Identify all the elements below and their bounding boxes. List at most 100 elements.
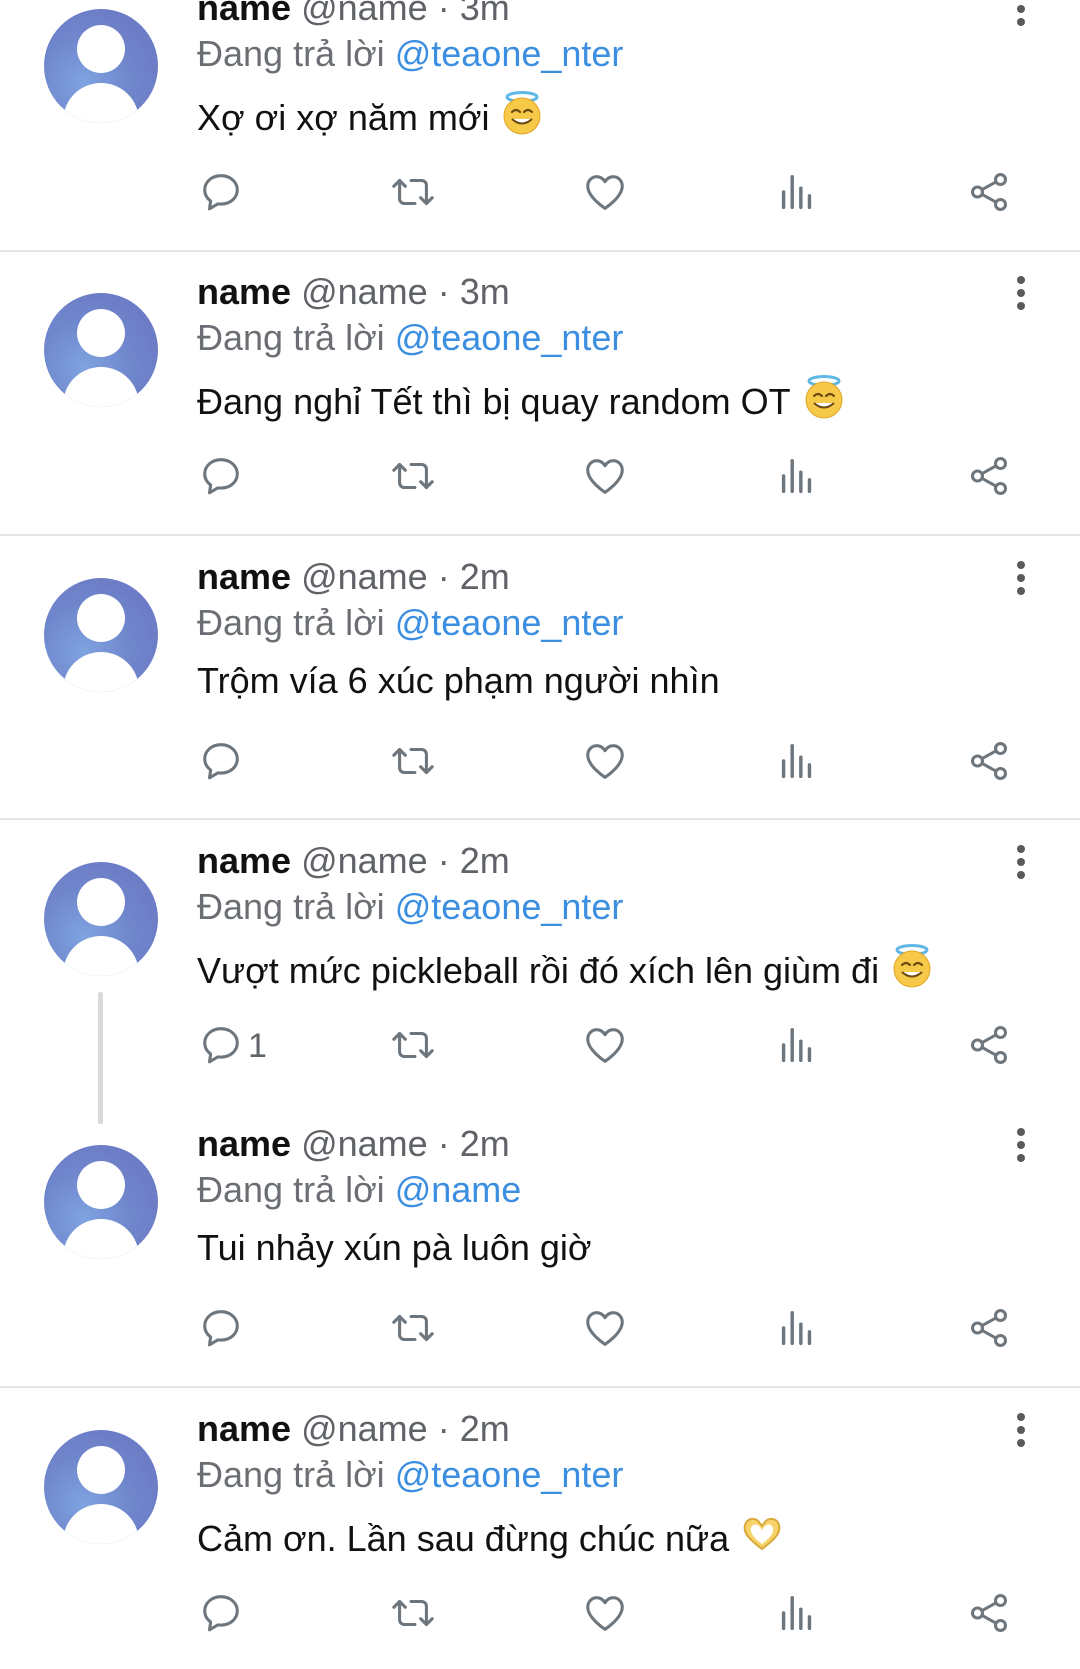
like-icon	[582, 1590, 628, 1636]
like-button[interactable]	[582, 169, 628, 219]
replying-to-label: Đang trả lời	[197, 317, 385, 358]
mention-link[interactable]: @teaone_nter	[395, 602, 624, 643]
more-options-icon[interactable]	[1006, 1125, 1036, 1165]
retweet-button[interactable]	[388, 1305, 438, 1355]
avatar[interactable]	[44, 9, 158, 123]
share-icon	[966, 169, 1012, 215]
views-icon	[774, 1022, 820, 1068]
replying-to-line: Đang trả lời @teaone_nter	[197, 887, 623, 927]
share-button[interactable]	[966, 738, 1012, 788]
reply-button[interactable]	[198, 1590, 244, 1640]
mention-link[interactable]: @teaone_nter	[395, 1454, 624, 1495]
share-button[interactable]	[966, 453, 1012, 503]
like-button[interactable]	[582, 738, 628, 788]
share-icon	[966, 453, 1012, 499]
more-options-icon[interactable]	[1006, 0, 1036, 29]
like-button[interactable]	[582, 1022, 628, 1072]
views-button[interactable]	[774, 169, 820, 219]
avatar[interactable]	[44, 578, 158, 692]
user-handle[interactable]: @name	[301, 1123, 428, 1164]
avatar[interactable]	[44, 1145, 158, 1259]
avatar-head-shape	[77, 25, 125, 73]
retweet-button[interactable]	[388, 738, 438, 788]
retweet-button[interactable]	[388, 1590, 438, 1640]
user-handle[interactable]: @name	[301, 840, 428, 881]
reply-icon	[198, 169, 244, 215]
replying-to-line: Đang trả lời @teaone_nter	[197, 34, 623, 74]
views-button[interactable]	[774, 1590, 820, 1640]
views-icon	[774, 1590, 820, 1636]
tweet-item[interactable]: name @name · 2m Đang trả lời @teaone_nter…	[0, 557, 1080, 817]
user-handle[interactable]: @name	[301, 271, 428, 312]
avatar-body-shape	[63, 936, 139, 976]
avatar-head-shape	[77, 1446, 125, 1494]
replying-to-line: Đang trả lời @name	[197, 1170, 521, 1210]
display-name[interactable]: name	[197, 840, 291, 881]
reply-button[interactable]	[198, 1305, 244, 1355]
share-button[interactable]	[966, 1305, 1012, 1355]
share-button[interactable]	[966, 1022, 1012, 1072]
display-name[interactable]: name	[197, 1408, 291, 1449]
tweet-item[interactable]: name @name · 3m Đang trả lời @teaone_nter…	[0, 272, 1080, 532]
views-button[interactable]	[774, 453, 820, 503]
mention-link[interactable]: @name	[395, 1169, 522, 1210]
tweet-header: name @name · 2m	[197, 557, 510, 597]
mention-link[interactable]: @teaone_nter	[395, 886, 624, 927]
mention-link[interactable]: @teaone_nter	[395, 33, 624, 74]
like-button[interactable]	[582, 1590, 628, 1640]
more-options-icon[interactable]	[1006, 1410, 1036, 1450]
avatar[interactable]	[44, 862, 158, 976]
share-button[interactable]	[966, 169, 1012, 219]
reply-icon	[198, 1022, 244, 1068]
views-button[interactable]	[774, 738, 820, 788]
like-button[interactable]	[582, 453, 628, 503]
tweet-item[interactable]: name @name · 2m Đang trả lời @teaone_nter…	[0, 841, 1080, 1101]
replying-to-label: Đang trả lời	[197, 33, 385, 74]
views-button[interactable]	[774, 1305, 820, 1355]
separator-dot: ·	[437, 271, 450, 312]
more-options-icon[interactable]	[1006, 558, 1036, 598]
avatar-head-shape	[77, 1161, 125, 1209]
mention-link[interactable]: @teaone_nter	[395, 317, 624, 358]
separator-dot: ·	[437, 0, 450, 28]
tweet-text: Đang nghỉ Tết thì bị quay random OT	[197, 374, 847, 430]
replying-to-line: Đang trả lời @teaone_nter	[197, 603, 623, 643]
tweet-actions	[0, 1305, 1080, 1355]
reply-button[interactable]	[198, 738, 244, 788]
views-icon	[774, 453, 820, 499]
user-handle[interactable]: @name	[301, 1408, 428, 1449]
tweet-actions: 1	[0, 1022, 1080, 1072]
tweet-text: Tui nhảy xún pà luôn giờ	[197, 1226, 592, 1270]
avatar[interactable]	[44, 1430, 158, 1544]
retweet-button[interactable]	[388, 453, 438, 503]
display-name[interactable]: name	[197, 0, 291, 28]
reply-button[interactable]	[198, 169, 244, 219]
user-handle[interactable]: @name	[301, 0, 428, 28]
views-button[interactable]	[774, 1022, 820, 1072]
tweet-item[interactable]: name @name · 2m Đang trả lời @teaone_nter…	[0, 1409, 1080, 1669]
reply-button[interactable]: 1	[198, 1022, 267, 1072]
user-handle[interactable]: @name	[301, 556, 428, 597]
retweet-icon	[388, 1022, 438, 1068]
share-button[interactable]	[966, 1590, 1012, 1640]
like-button[interactable]	[582, 1305, 628, 1355]
tweet-actions	[0, 738, 1080, 788]
more-options-icon[interactable]	[1006, 842, 1036, 882]
reply-button[interactable]	[198, 453, 244, 503]
display-name[interactable]: name	[197, 1123, 291, 1164]
tweet-item[interactable]: name @name · 3m Đang trả lời @teaone_nter…	[0, 0, 1080, 248]
more-options-icon[interactable]	[1006, 273, 1036, 313]
display-name[interactable]: name	[197, 556, 291, 597]
tweet-header: name @name · 2m	[197, 1124, 510, 1164]
display-name[interactable]: name	[197, 271, 291, 312]
avatar[interactable]	[44, 293, 158, 407]
tweet-item[interactable]: name @name · 2m Đang trả lời @name Tui nhả…	[0, 1124, 1080, 1384]
retweet-icon	[388, 1590, 438, 1636]
replying-to-line: Đang trả lời @teaone_nter	[197, 318, 623, 358]
retweet-button[interactable]	[388, 1022, 438, 1072]
retweet-button[interactable]	[388, 169, 438, 219]
separator-dot: ·	[437, 556, 450, 597]
heart-hands-emoji	[739, 1511, 785, 1567]
avatar-head-shape	[77, 878, 125, 926]
retweet-icon	[388, 1305, 438, 1351]
